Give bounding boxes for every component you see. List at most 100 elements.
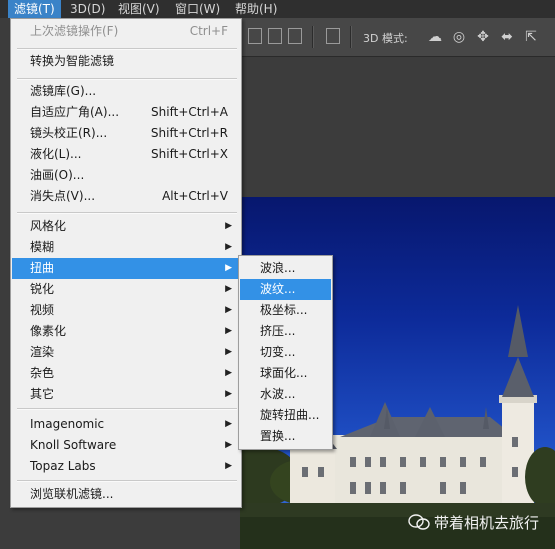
submenu-item-label: 波纹... — [260, 282, 296, 296]
submenu-arrow-icon: ▶ — [225, 221, 232, 231]
menu-item-other[interactable]: 其它 ▶ — [12, 384, 240, 405]
menu-item-last-filter: 上次滤镜操作(F) Ctrl+F — [12, 21, 240, 42]
submenu-item-label: 置换... — [260, 429, 296, 443]
menu-divider — [17, 408, 237, 410]
menu-divider — [17, 78, 237, 80]
menu-item-label: 油画(O)... — [30, 168, 85, 182]
menu-item-pixelate[interactable]: 像素化 ▶ — [12, 321, 240, 342]
shortcut-label: Shift+Ctrl+R — [150, 126, 228, 140]
filter-menu: 上次滤镜操作(F) Ctrl+F 转换为智能滤镜 滤镜库(G)... 自适应广角… — [10, 18, 242, 508]
wechat-icon — [408, 514, 430, 530]
menu-item-vanishing-point[interactable]: 消失点(V)... Alt+Ctrl+V — [12, 186, 240, 207]
menu-item-label: 上次滤镜操作(F) — [30, 24, 119, 38]
menu-item-label: 其它 — [30, 387, 55, 401]
shortcut-label: Shift+Ctrl+X — [151, 147, 228, 161]
submenu-arrow-icon: ▶ — [225, 326, 232, 336]
menu-window[interactable]: 窗口(W) — [169, 0, 226, 18]
menu-item-topaz-labs[interactable]: Topaz Labs ▶ — [12, 456, 240, 477]
menu-item-adaptive-wide-angle[interactable]: 自适应广角(A)... Shift+Ctrl+A — [12, 102, 240, 123]
menu-item-stylize[interactable]: 风格化 ▶ — [12, 216, 240, 237]
menu-item-convert-smart-filter[interactable]: 转换为智能滤镜 — [12, 51, 240, 72]
menu-divider — [17, 480, 237, 482]
menu-item-sharpen[interactable]: 锐化 ▶ — [12, 279, 240, 300]
submenu-item-label: 水波... — [260, 387, 296, 401]
align-center-icon[interactable] — [268, 28, 282, 44]
submenu-arrow-icon: ▶ — [225, 305, 232, 315]
submenu-item-wave[interactable]: 波浪... — [240, 258, 331, 279]
options-bar: 3D 模式: ☁ ◎ ✥ ⬌ ⇱ — [240, 18, 555, 57]
submenu-item-label: 球面化... — [260, 366, 308, 380]
submenu-item-twirl[interactable]: 旋转扭曲... — [240, 405, 331, 426]
submenu-arrow-icon: ▶ — [225, 440, 232, 450]
menu-filter[interactable]: 滤镜(T) — [8, 0, 61, 18]
menu-item-noise[interactable]: 杂色 ▶ — [12, 363, 240, 384]
distort-submenu: 波浪... 波纹... 极坐标... 挤压... 切变... 球面化... 水波… — [238, 255, 333, 450]
menu-divider — [17, 48, 237, 50]
submenu-arrow-icon: ▶ — [225, 368, 232, 378]
menu-item-label: 视频 — [30, 303, 55, 317]
toolbar-divider — [350, 26, 352, 48]
menu-help[interactable]: 帮助(H) — [229, 0, 283, 18]
drag-3d-icon[interactable]: ✥ — [474, 28, 492, 46]
menu-item-label: 风格化 — [30, 219, 67, 233]
menu-item-imagenomic[interactable]: Imagenomic ▶ — [12, 414, 240, 435]
shortcut-label: Ctrl+F — [189, 24, 228, 38]
submenu-item-label: 波浪... — [260, 261, 296, 275]
menu-item-knoll-software[interactable]: Knoll Software ▶ — [12, 435, 240, 456]
menu-item-label: 转换为智能滤镜 — [30, 54, 115, 68]
menu-item-render[interactable]: 渲染 ▶ — [12, 342, 240, 363]
submenu-item-label: 极坐标... — [260, 303, 308, 317]
menu-item-label: 杂色 — [30, 366, 55, 380]
menu-item-label: 扭曲 — [30, 261, 55, 275]
menu-item-label: 消失点(V)... — [30, 189, 96, 203]
submenu-arrow-icon: ▶ — [225, 347, 232, 357]
menu-item-lens-correction[interactable]: 镜头校正(R)... Shift+Ctrl+R — [12, 123, 240, 144]
submenu-item-spherize[interactable]: 球面化... — [240, 363, 331, 384]
rotate-3d-icon[interactable]: ☁ — [426, 28, 444, 46]
menu-item-label: 液化(L)... — [30, 147, 82, 161]
submenu-item-polar-coordinates[interactable]: 极坐标... — [240, 300, 331, 321]
distribute-icon[interactable] — [326, 28, 340, 44]
menu-item-label: 滤镜库(G)... — [30, 84, 97, 98]
menu-item-browse-online-filters[interactable]: 浏览联机滤镜... — [12, 484, 240, 505]
submenu-item-ripple[interactable]: 波纹... — [240, 279, 331, 300]
submenu-arrow-icon: ▶ — [225, 284, 232, 294]
shortcut-label: Alt+Ctrl+V — [162, 189, 228, 203]
align-left-icon[interactable] — [248, 28, 262, 44]
menu-item-blur[interactable]: 模糊 ▶ — [12, 237, 240, 258]
toolbar-divider — [312, 26, 314, 48]
submenu-item-zigzag[interactable]: 水波... — [240, 384, 331, 405]
menu-item-label: Knoll Software — [30, 438, 117, 452]
menu-view[interactable]: 视图(V) — [112, 0, 166, 18]
menu-item-label: Topaz Labs — [30, 459, 96, 473]
menu-item-distort[interactable]: 扭曲 ▶ — [12, 258, 240, 279]
menu-item-label: 镜头校正(R)... — [30, 126, 108, 140]
menu-item-video[interactable]: 视频 ▶ — [12, 300, 240, 321]
submenu-item-label: 旋转扭曲... — [260, 408, 320, 422]
menu-item-liquify[interactable]: 液化(L)... Shift+Ctrl+X — [12, 144, 240, 165]
3d-mode-label: 3D 模式: — [363, 32, 408, 45]
roll-3d-icon[interactable]: ◎ — [450, 28, 468, 46]
menu-item-label: 锐化 — [30, 282, 55, 296]
submenu-arrow-icon: ▶ — [225, 461, 232, 471]
align-right-icon[interactable] — [288, 28, 302, 44]
menu-bar: 滤镜(T) 3D(D) 视图(V) 窗口(W) 帮助(H) — [0, 0, 555, 18]
scale-3d-icon[interactable]: ⇱ — [522, 28, 540, 46]
slide-3d-icon[interactable]: ⬌ — [498, 28, 516, 46]
submenu-item-pinch[interactable]: 挤压... — [240, 321, 331, 342]
menu-item-label: 渲染 — [30, 345, 55, 359]
menu-3d[interactable]: 3D(D) — [64, 0, 111, 18]
submenu-item-label: 挤压... — [260, 324, 296, 338]
submenu-item-displace[interactable]: 置换... — [240, 426, 331, 447]
menu-item-label: 像素化 — [30, 324, 67, 338]
menu-item-label: 浏览联机滤镜... — [30, 487, 114, 501]
submenu-item-label: 切变... — [260, 345, 296, 359]
submenu-arrow-icon: ▶ — [225, 419, 232, 429]
watermark: 带着相机去旅行 — [408, 512, 539, 533]
menu-item-filter-gallery[interactable]: 滤镜库(G)... — [12, 81, 240, 102]
submenu-item-shear[interactable]: 切变... — [240, 342, 331, 363]
menu-item-label: 模糊 — [30, 240, 55, 254]
menu-item-oil-paint[interactable]: 油画(O)... — [12, 165, 240, 186]
menu-divider — [17, 212, 237, 214]
submenu-arrow-icon: ▶ — [225, 263, 232, 273]
